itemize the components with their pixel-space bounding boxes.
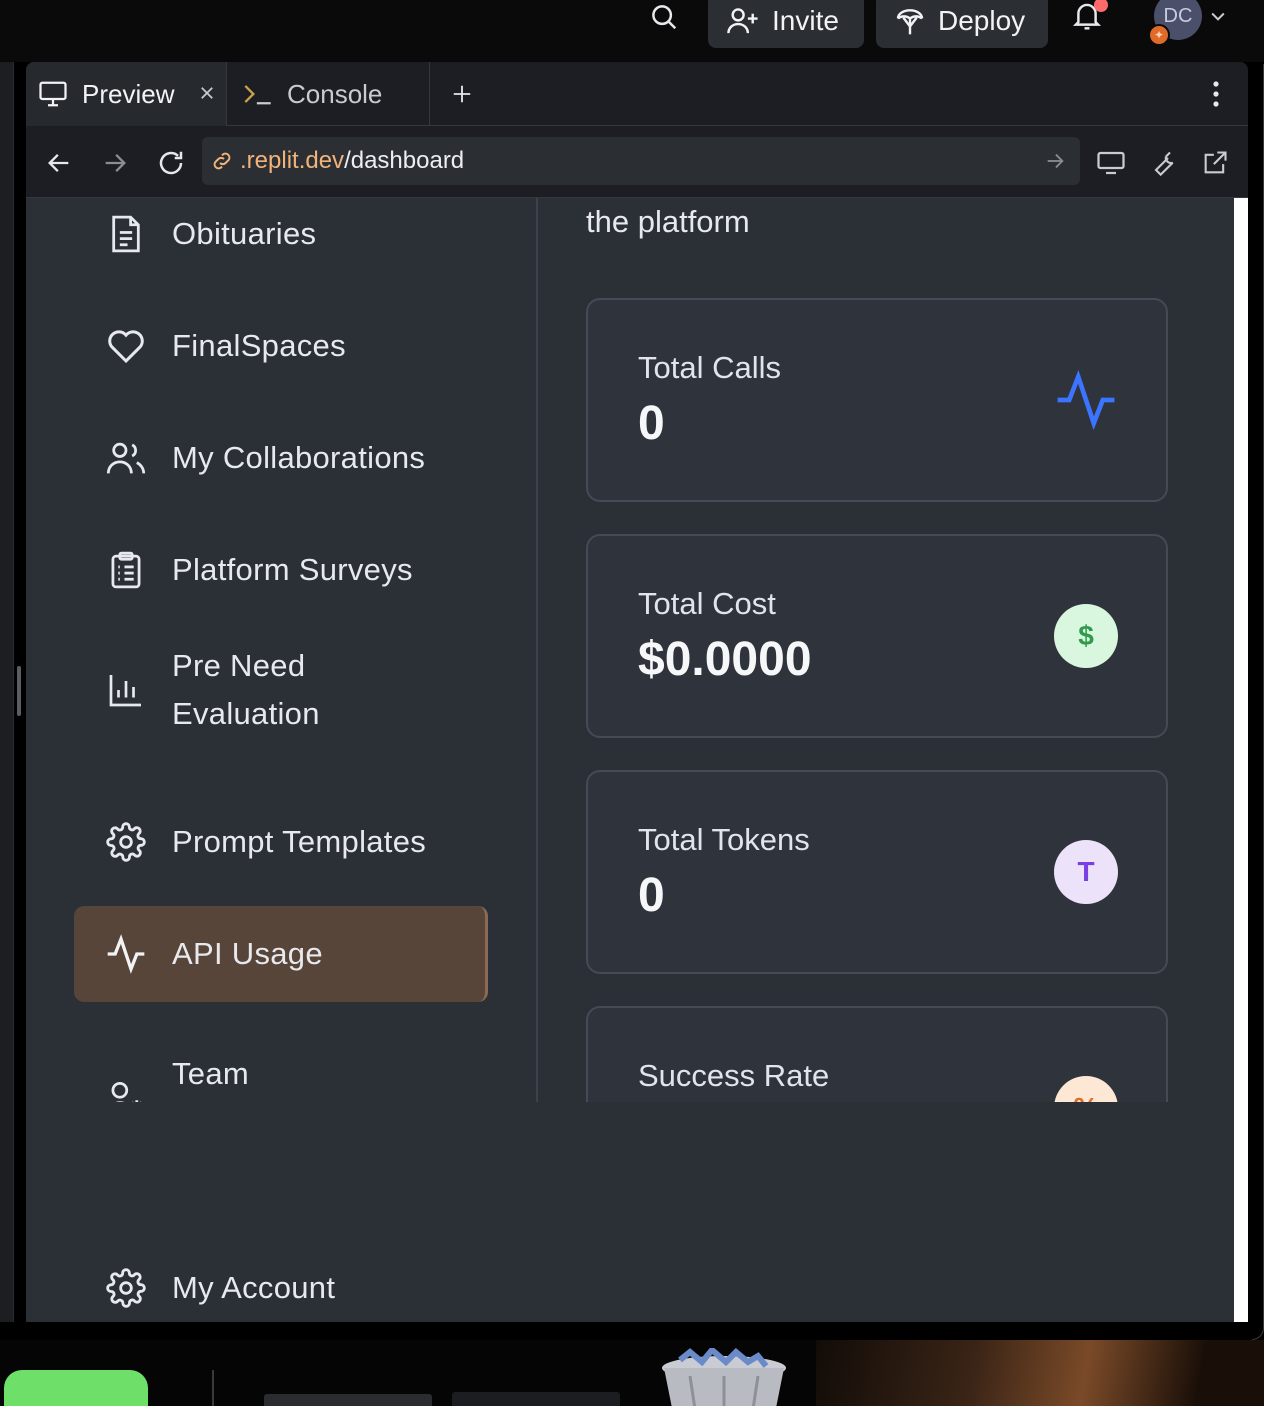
terminal-icon [243, 81, 273, 107]
clipboard-icon [106, 550, 146, 590]
back-arrow-icon[interactable] [42, 146, 76, 180]
sparkle-badge-icon: ✦ [1148, 24, 1170, 46]
devtools-wrench-icon[interactable] [1146, 146, 1180, 180]
stat-value: 0 [638, 869, 665, 922]
intro-text: the platform [586, 204, 750, 239]
sidebar-item-label: My Account [172, 1270, 336, 1305]
stat-value: 0 [638, 397, 665, 450]
sidebar-item-label: Prompt Templates [172, 824, 427, 859]
sidebar-item-label: Platform Surveys [172, 552, 413, 587]
gear-icon [106, 822, 146, 862]
users-icon [106, 438, 146, 478]
stat-label: Success Rate [638, 1058, 830, 1093]
sidebar-divider [536, 198, 538, 1102]
url-input[interactable]: .replit.dev/dashboard [202, 137, 1080, 185]
content-footer-area [538, 1102, 1234, 1322]
invite-button[interactable]: Invite [708, 0, 864, 48]
sidebar-item-my-account[interactable]: My Account [74, 1240, 488, 1322]
sidebar-item-prompt-templates[interactable]: Prompt Templates [74, 794, 488, 890]
heart-icon [106, 326, 146, 366]
stat-label: Total Cost [638, 586, 776, 621]
app-viewport: Obituaries FinalSpaces My Collaborations… [26, 198, 1234, 1322]
tab-console[interactable]: Console [226, 62, 430, 126]
dock-divider [212, 1370, 214, 1406]
url-domain: .replit.dev [240, 147, 345, 174]
sidebar-item-label: Pre Need Evaluation [172, 648, 320, 731]
top-bar: Invite Deploy DC ✦ [0, 0, 1264, 62]
stat-card-total-calls: Total Calls 0 [586, 298, 1168, 502]
sidebar-item-api-usage[interactable]: API Usage [74, 906, 488, 1002]
left-panel-edge [0, 62, 14, 1322]
dollar-icon: $ [1054, 604, 1118, 668]
stat-card-total-tokens: Total Tokens 0 T [586, 770, 1168, 974]
scrollbar[interactable] [1234, 198, 1248, 1322]
dock-app-icon[interactable] [4, 1370, 148, 1406]
link-icon [210, 149, 234, 173]
sidebar-item-my-collaborations[interactable]: My Collaborations [74, 410, 488, 506]
dock [0, 1340, 1264, 1406]
token-icon: T [1054, 840, 1118, 904]
dock-window-thumbnail[interactable] [264, 1394, 432, 1406]
sidebar-item-label: My Collaborations [172, 440, 426, 475]
bar-chart-icon [106, 670, 146, 710]
deploy-icon [894, 5, 926, 37]
deploy-button[interactable]: Deploy [876, 0, 1048, 48]
sidebar-item-label: Obituaries [172, 216, 317, 251]
resize-handle[interactable] [17, 666, 21, 716]
sidebar-item-pre-need-evaluation[interactable]: Pre Need Evaluation [74, 634, 374, 746]
window-edge [1252, 64, 1264, 1340]
tab-preview-label: Preview [82, 78, 175, 109]
close-icon[interactable] [194, 80, 220, 106]
stat-label: Total Calls [638, 350, 781, 385]
sidebar-item-label: API Usage [172, 936, 323, 971]
tab-bar: Preview Console [26, 62, 1248, 126]
forward-arrow-icon[interactable] [98, 146, 132, 180]
invite-label: Invite [772, 5, 839, 36]
activity-icon [1054, 368, 1118, 432]
tab-console-label: Console [287, 78, 383, 109]
go-arrow-icon[interactable] [1044, 150, 1066, 172]
monitor-icon [38, 80, 68, 108]
user-plus-icon [726, 6, 760, 36]
avatar-initials: DC [1163, 4, 1193, 27]
add-tab-icon[interactable] [446, 78, 478, 110]
url-bar: .replit.dev/dashboard [26, 126, 1248, 198]
notifications-bell-icon[interactable] [1072, 0, 1112, 36]
sidebar-item-finalspaces[interactable]: FinalSpaces [74, 298, 488, 394]
sidebar-item-platform-surveys[interactable]: Platform Surveys [74, 522, 488, 618]
more-options-icon[interactable] [1202, 76, 1230, 112]
dock-window-thumbnail[interactable] [452, 1392, 620, 1406]
open-external-icon[interactable] [1198, 146, 1232, 180]
trash-icon[interactable] [660, 1348, 788, 1406]
activity-icon [106, 934, 146, 974]
sidebar-item-label: FinalSpaces [172, 328, 346, 363]
wallpaper [816, 1340, 1264, 1406]
preview-pane: Preview Console .replit.dev /dashboard O… [26, 62, 1248, 1322]
deploy-label: Deploy [938, 5, 1026, 36]
stat-value: $0.0000 [638, 633, 812, 686]
document-icon [106, 214, 146, 254]
stat-label: Total Tokens [638, 822, 810, 857]
device-preview-icon[interactable] [1094, 146, 1128, 180]
search-icon[interactable] [644, 0, 684, 34]
gear-icon [106, 1268, 146, 1308]
reload-icon[interactable] [154, 146, 188, 180]
chevron-down-icon[interactable] [1208, 6, 1228, 26]
stat-card-total-cost: Total Cost $0.0000 $ [586, 534, 1168, 738]
notification-dot [1094, 0, 1108, 12]
sidebar-item-obituaries[interactable]: Obituaries [74, 198, 488, 282]
url-path: /dashboard [344, 147, 465, 174]
